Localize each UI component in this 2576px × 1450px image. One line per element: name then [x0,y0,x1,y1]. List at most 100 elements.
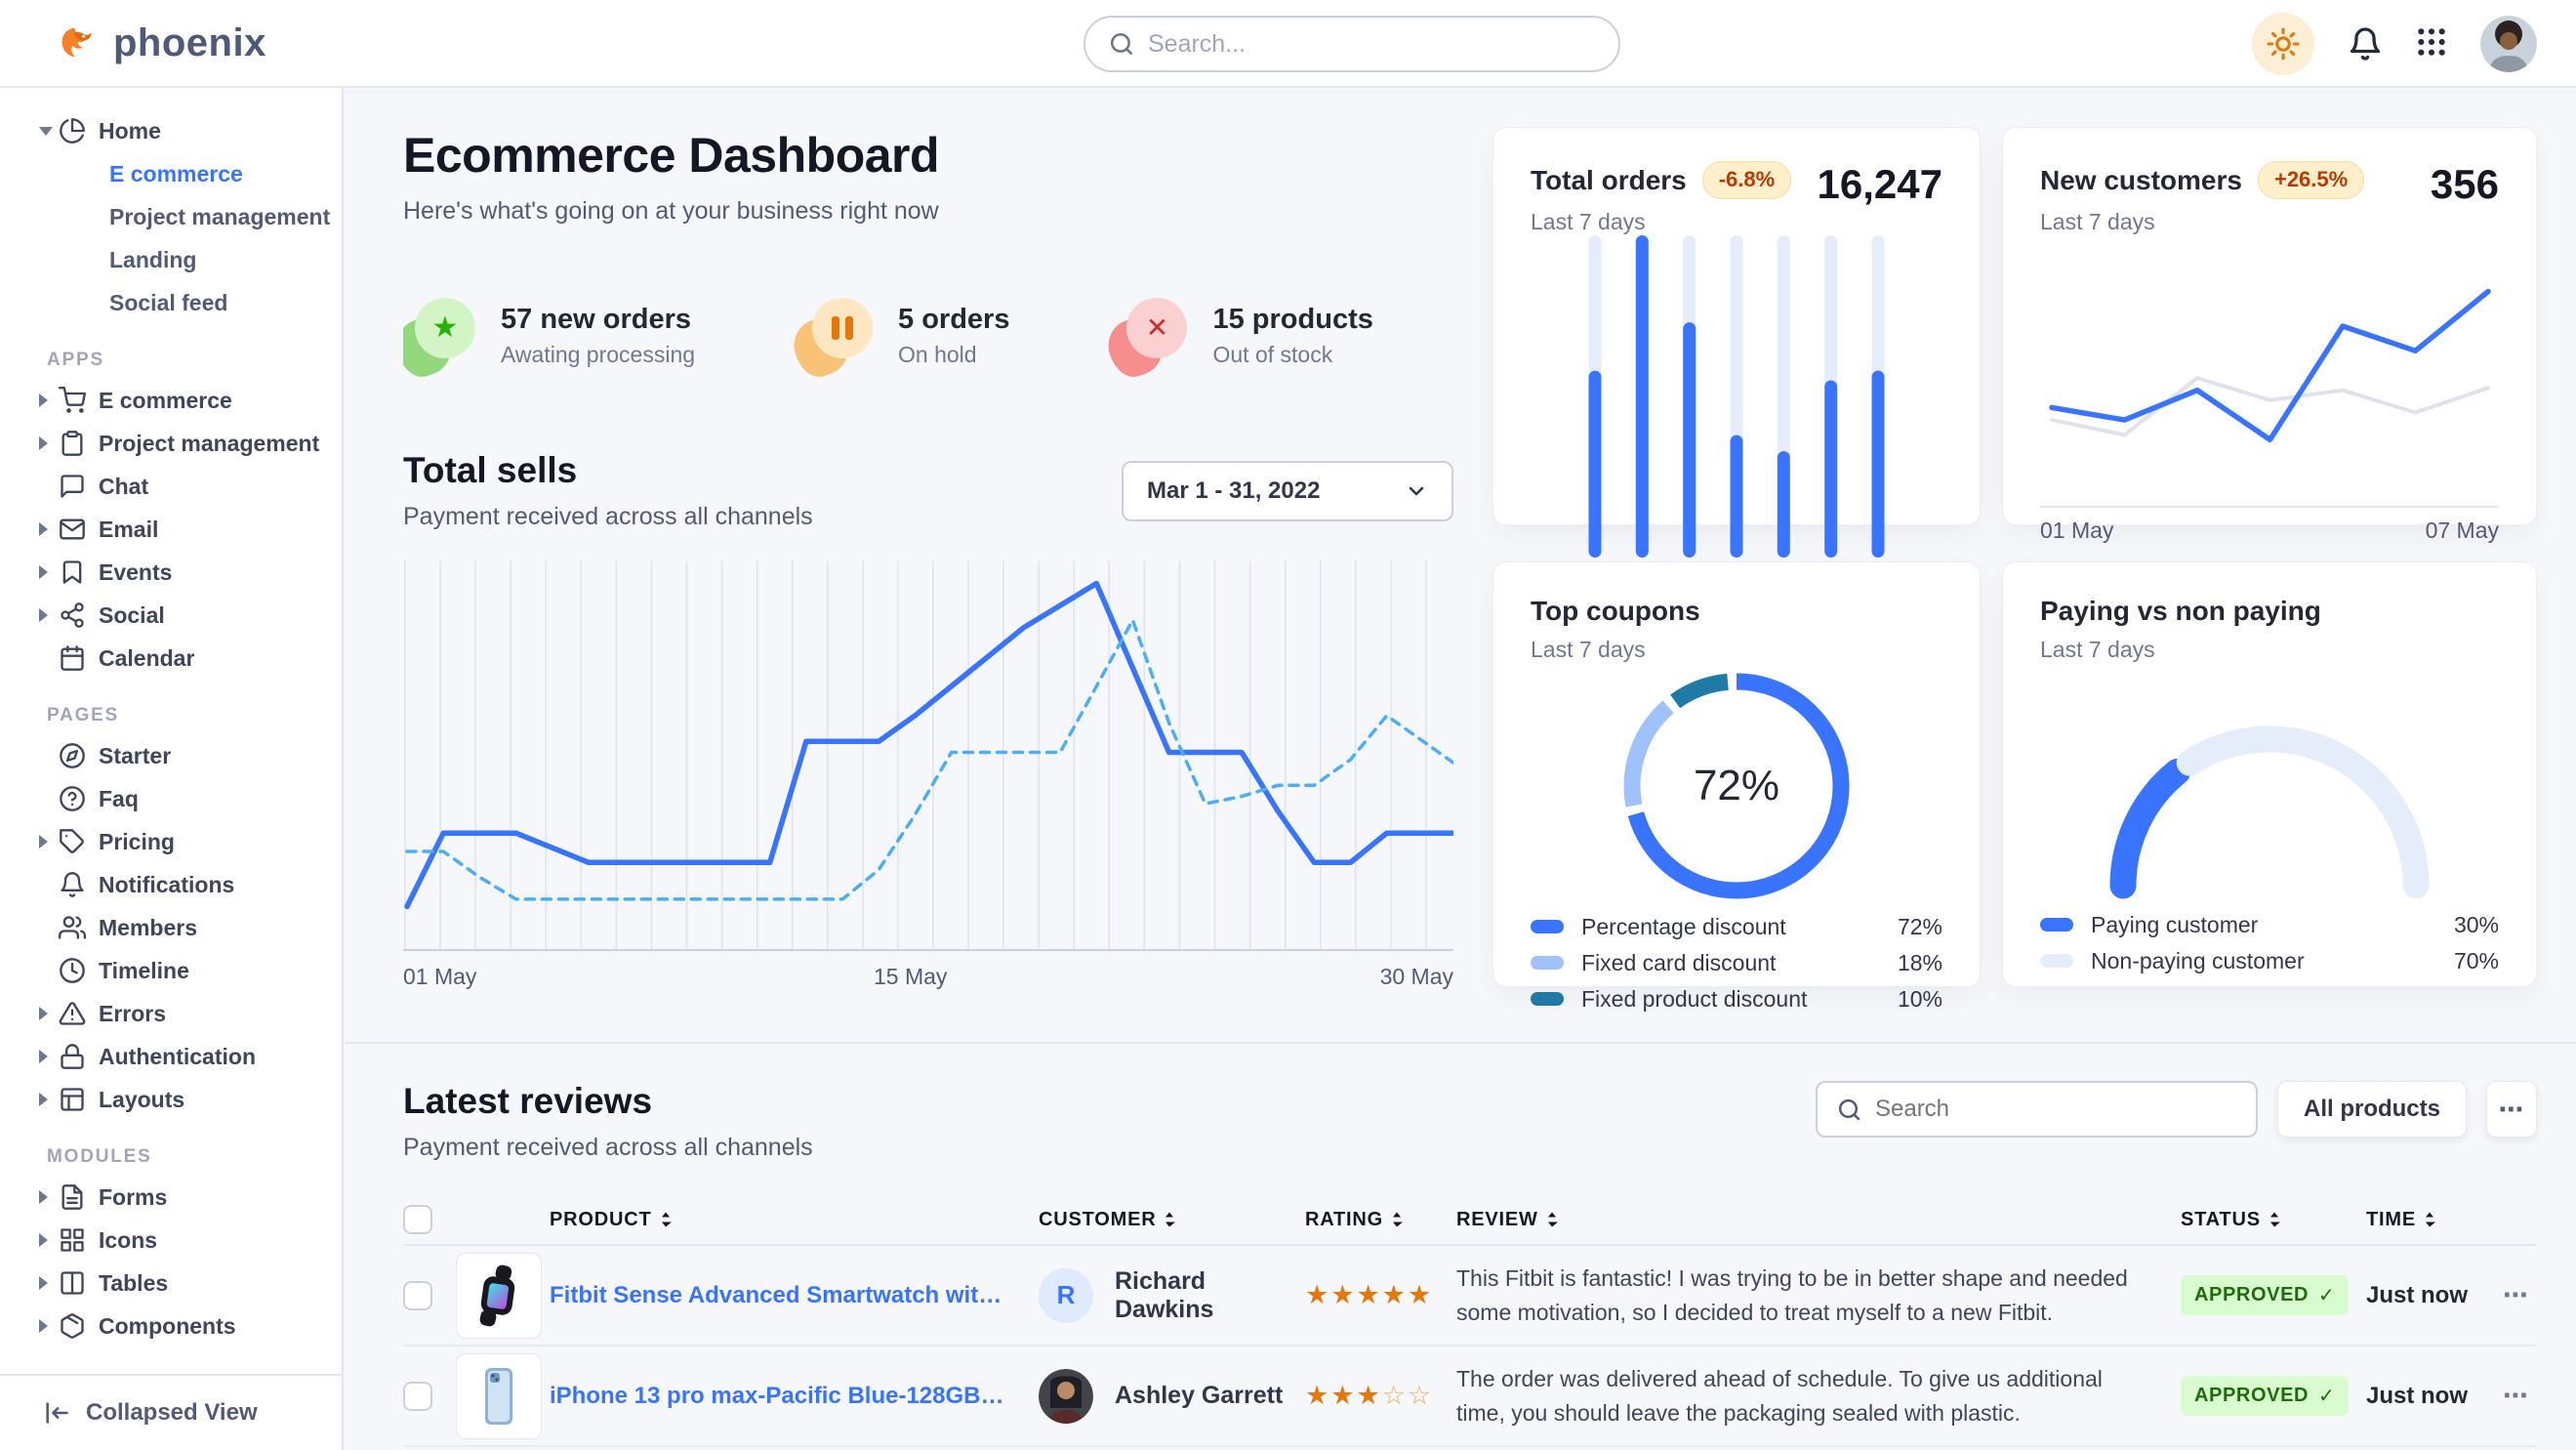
sidebar-section-label: PAGES [0,705,342,726]
column-header-status[interactable]: STATUS [2181,1209,2366,1231]
star-stat-icon: ★ [403,298,475,374]
sidebar-item-home[interactable]: Home [0,109,342,152]
product-image-iphone [467,1364,531,1429]
column-header-customer[interactable]: CUSTOMER [1039,1209,1305,1231]
row-checkbox[interactable] [403,1281,432,1310]
sidebar-subitem-landing[interactable]: Landing [0,238,342,281]
column-header-product[interactable]: PRODUCT [550,1209,1039,1231]
bell-icon [2348,26,2383,62]
bookmark-icon [59,559,86,586]
top-navbar: phoenix [0,0,2576,88]
stat-value: 5 orders [898,304,1009,336]
star-filled-icon: ★ [1305,1381,1330,1410]
sidebar-item-tables[interactable]: Tables [0,1262,342,1305]
sidebar-item-notifications[interactable]: Notifications [0,863,342,906]
bell-icon [2348,26,2383,62]
bell-icon [59,871,86,898]
reviews-search[interactable] [1816,1081,2258,1138]
global-search[interactable] [1084,16,1620,72]
sidebar-item-events[interactable]: Events [0,551,342,594]
star-filled-icon: ★ [1330,1381,1356,1410]
rating-stars: ★★★★★ [1305,1280,1456,1310]
row-more-button[interactable]: ⋯ [2503,1381,2537,1411]
sidebar-section-label: APPS [0,350,342,371]
caret-down-icon [39,127,59,136]
theme-toggle-button[interactable] [2252,13,2314,75]
sidebar-subitem-project-management[interactable]: Project management [0,195,342,238]
sidebar-item-members[interactable]: Members [0,906,342,949]
sidebar-item-authentication[interactable]: Authentication [0,1035,342,1078]
product-link[interactable]: iPhone 13 pro max-Pacific Blue-128GB sto… [550,1383,1039,1410]
global-search-input[interactable] [1148,30,1595,59]
customer-avatar[interactable]: R [1039,1268,1093,1323]
sidebar-item-faq[interactable]: Faq [0,777,342,820]
sidebar-subitem-social-feed[interactable]: Social feed [0,281,342,324]
apps-menu-button[interactable] [2416,26,2447,62]
column-header-review[interactable]: REVIEW [1456,1209,2181,1231]
sidebar-item-timeline[interactable]: Timeline [0,949,342,992]
legend-label: Fixed card discount [1581,950,1898,976]
sort-icon [2269,1211,2280,1228]
sidebar-item-errors[interactable]: Errors [0,992,342,1035]
sidebar-item-label: Forms [99,1184,167,1211]
star-filled-icon: ★ [1408,1280,1433,1309]
select-all-checkbox[interactable] [403,1205,432,1234]
reviews-subtitle: Payment received across all channels [403,1134,813,1162]
date-range-value: Mar 1 - 31, 2022 [1147,477,1320,505]
sidebar-subitem-e-commerce[interactable]: E commerce [0,152,342,195]
users-icon [59,914,86,941]
sun-icon [2267,27,2300,61]
compass-icon [59,742,86,769]
legend-value: 70% [2454,948,2499,974]
sidebar-item-chat[interactable]: Chat [0,465,342,508]
legend-row: Paying customer30% [2040,907,2499,943]
sidebar-item-project-management[interactable]: Project management [0,422,342,465]
table-header-row: PRODUCTCUSTOMERRATINGREVIEWSTATUSTIME [403,1195,2537,1246]
sidebar-item-calendar[interactable]: Calendar [0,637,342,680]
star-filled-icon: ★ [1382,1280,1408,1309]
sidebar-item-label: Layouts [99,1087,184,1113]
sidebar-item-social[interactable]: Social [0,594,342,637]
caret-right-icon [39,1319,59,1333]
collapse-icon [43,1399,70,1428]
package-icon [59,1312,86,1340]
grid-9-icon [2416,26,2447,62]
customer-avatar[interactable] [1039,1369,1093,1424]
sidebar-item-icons[interactable]: Icons [0,1219,342,1262]
paying-card: Paying vs non paying Last 7 days Paying … [2002,561,2537,987]
product-thumbnail[interactable] [456,1253,542,1339]
alert-triangle-icon [59,1000,86,1027]
row-more-button[interactable]: ⋯ [2503,1280,2537,1310]
customer-name: Ashley Garrett [1115,1382,1283,1410]
help-circle-icon [59,785,86,812]
legend-label: Percentage discount [1581,914,1898,940]
sidebar-item-layouts[interactable]: Layouts [0,1078,342,1121]
caret-right-icon [39,394,59,407]
reviews-more-button[interactable]: ⋯ [2486,1081,2537,1138]
sidebar-item-components[interactable]: Components [0,1305,342,1347]
sidebar-item-email[interactable]: Email [0,508,342,551]
product-link[interactable]: Fitbit Sense Advanced Smartwatch with To… [550,1282,1039,1309]
brand-logo[interactable]: phoenix [0,21,266,65]
card-period: Last 7 days [1531,209,1791,235]
product-thumbnail[interactable] [456,1353,542,1439]
all-products-button[interactable]: All products [2277,1081,2467,1138]
total-sells-chart [403,560,1453,956]
card-period: Last 7 days [1531,637,1700,663]
sidebar-item-e-commerce[interactable]: E commerce [0,379,342,422]
reviews-title: Latest reviews [403,1081,813,1122]
sidebar-item-label: Pricing [99,829,175,855]
date-range-select[interactable]: Mar 1 - 31, 2022 [1122,461,1453,521]
sidebar-item-forms[interactable]: Forms [0,1176,342,1219]
reviews-search-input[interactable] [1875,1096,2236,1123]
row-checkbox[interactable] [403,1382,432,1411]
sidebar-item-starter[interactable]: Starter [0,734,342,777]
column-header-time[interactable]: TIME [2366,1209,2503,1231]
column-header-rating[interactable]: RATING [1305,1209,1456,1231]
collapse-sidebar-button[interactable]: Collapsed View [0,1374,342,1450]
sidebar-item-pricing[interactable]: Pricing [0,820,342,863]
caret-right-icon [39,608,59,622]
sidebar-item-label: Notifications [99,872,234,898]
notifications-button[interactable] [2348,26,2383,62]
user-avatar[interactable] [2480,16,2537,72]
